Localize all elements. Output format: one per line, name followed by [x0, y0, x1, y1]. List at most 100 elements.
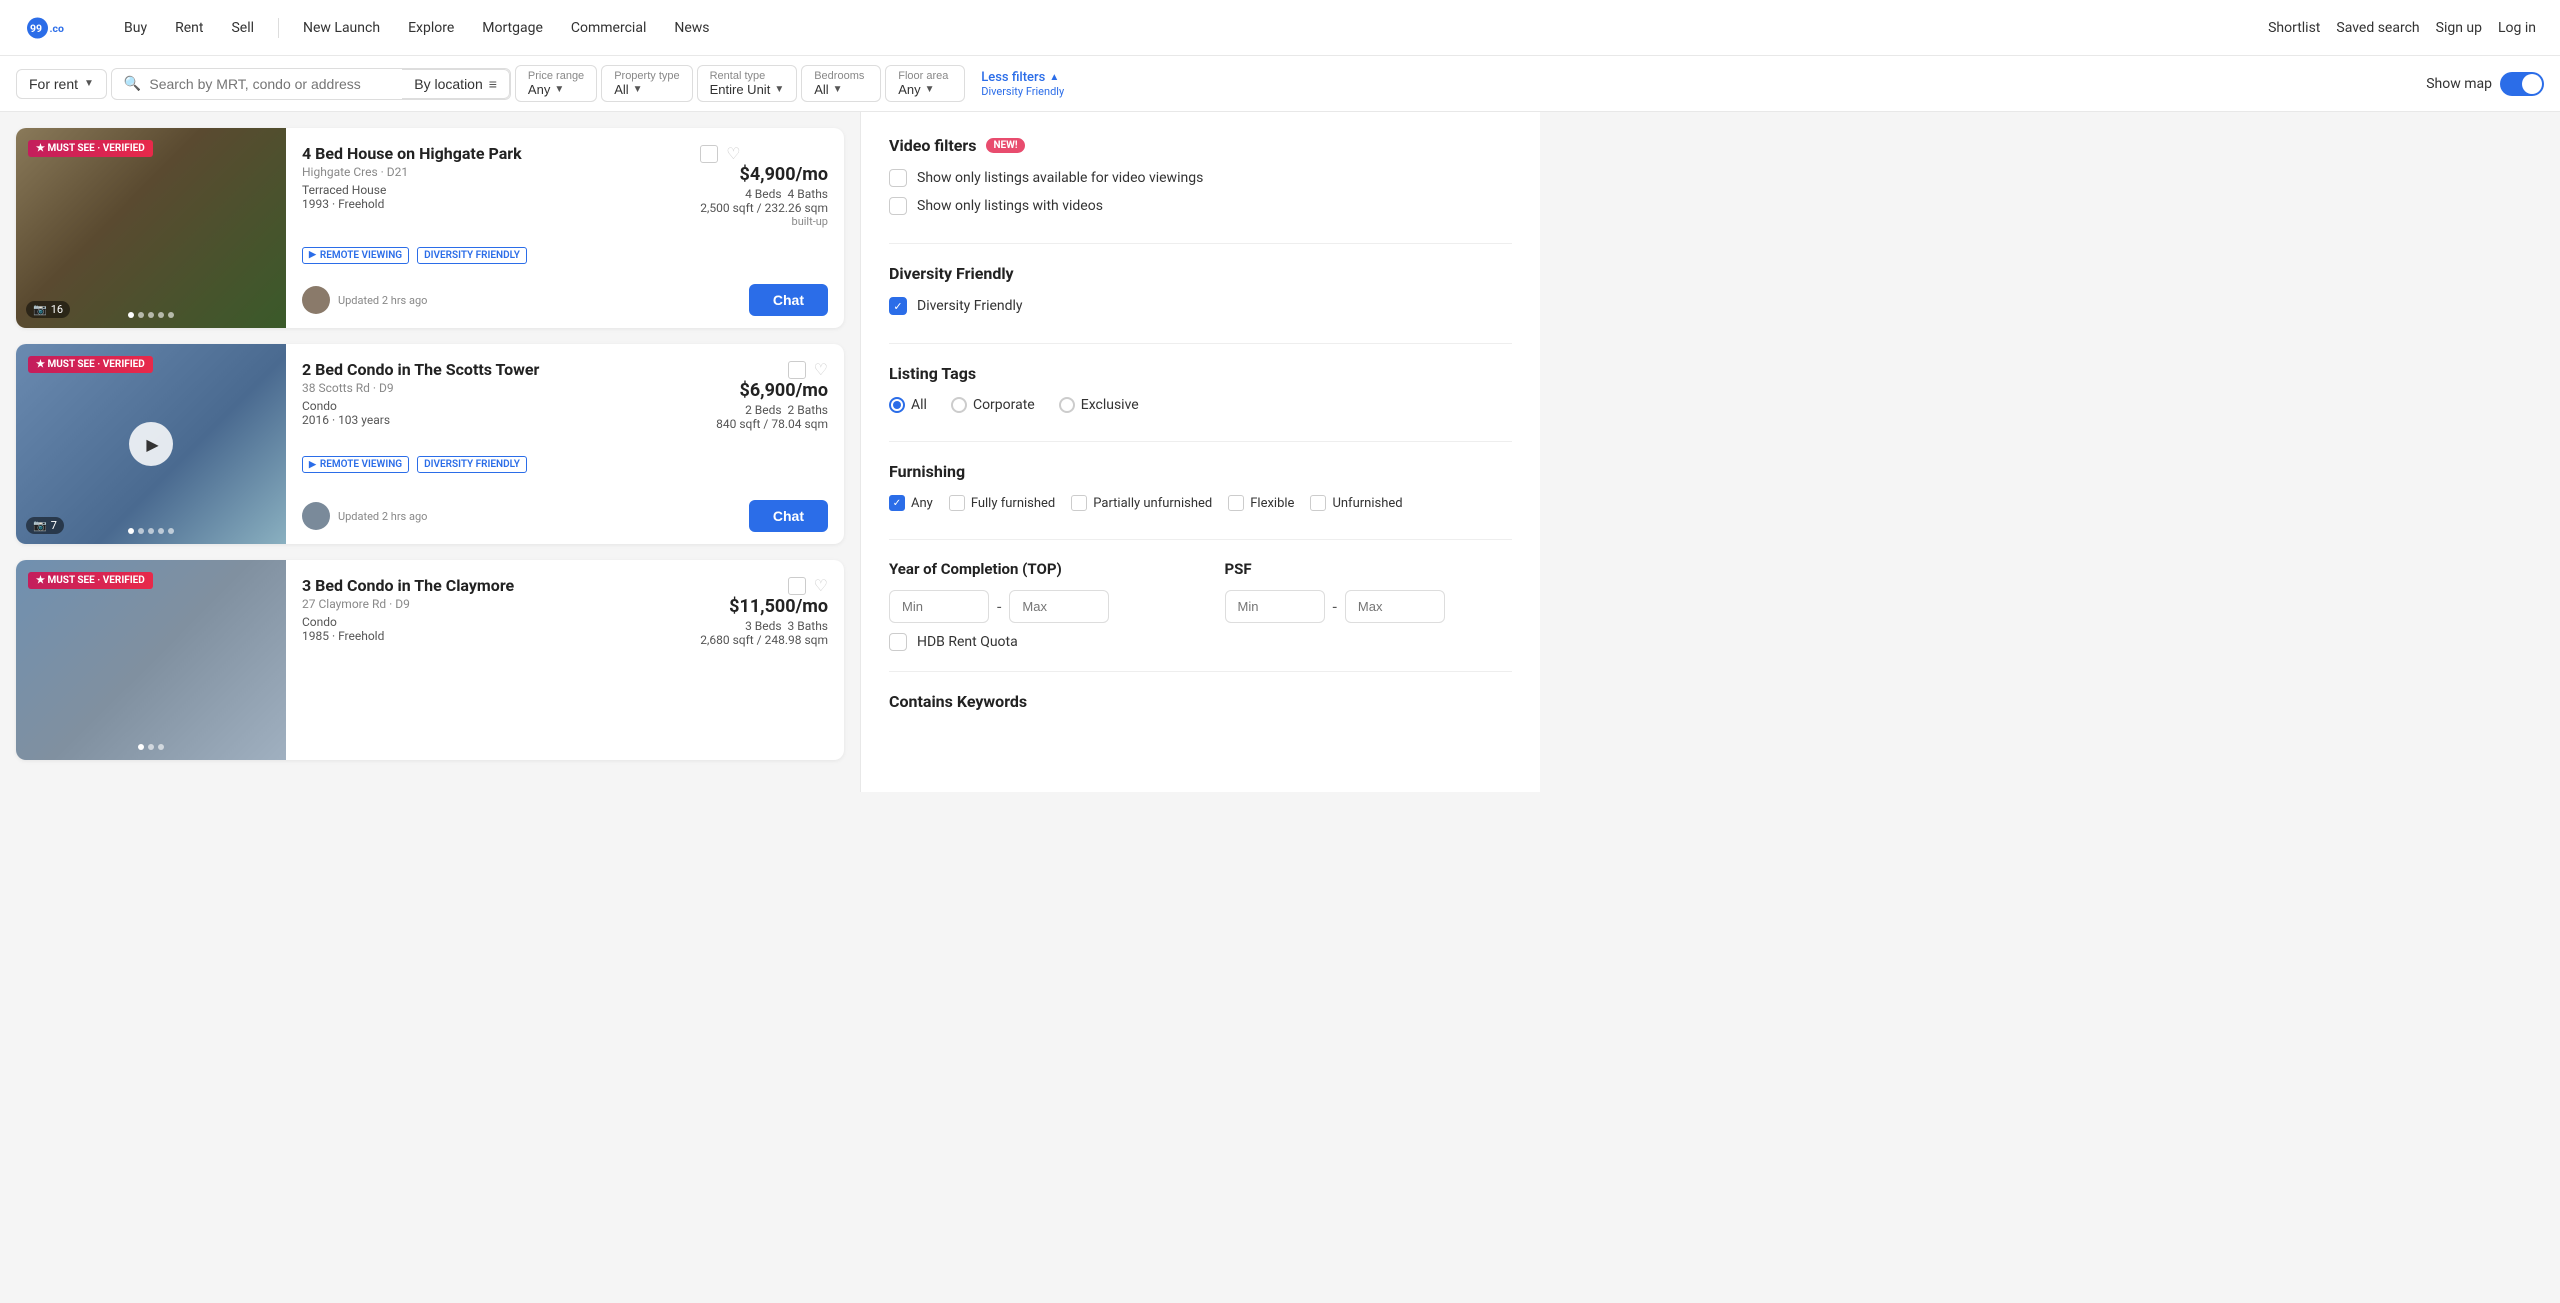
- listing-checkbox[interactable]: [700, 145, 718, 163]
- nav-explore[interactable]: Explore: [396, 12, 466, 44]
- radio-option-all[interactable]: All: [889, 397, 927, 413]
- listing-card: ★ MUST SEE · VERIFIED 3 Bed Condo in The…: [16, 560, 844, 760]
- furnish-option-flexible[interactable]: Flexible: [1228, 495, 1294, 511]
- by-location-button[interactable]: By location ≡: [402, 69, 510, 99]
- chat-button[interactable]: Chat: [749, 284, 828, 316]
- hdb-checkbox[interactable]: [889, 633, 907, 651]
- rental-type-value: Entire Unit ▼: [710, 82, 785, 97]
- furnish-option-partially[interactable]: Partially unfurnished: [1071, 495, 1212, 511]
- rental-type-filter[interactable]: Rental type Entire Unit ▼: [697, 65, 798, 102]
- listing-checkbox[interactable]: [788, 577, 806, 595]
- map-toggle[interactable]: [2500, 72, 2544, 96]
- listing-tags-radio-group: All Corporate Exclusive: [889, 397, 1512, 413]
- for-rent-button[interactable]: For rent ▼: [16, 69, 107, 99]
- navbar: 99 .co Buy Rent Sell New Launch Explore …: [0, 0, 2560, 56]
- price-range-filter[interactable]: Price range Any ▼: [515, 65, 597, 102]
- listing-image-wrap[interactable]: [16, 560, 286, 760]
- favorite-button[interactable]: ♡: [814, 360, 828, 380]
- listing-info: 3 Bed Condo in The Claymore 27 Claymore …: [286, 560, 844, 760]
- nav-sell[interactable]: Sell: [219, 12, 266, 44]
- login-link[interactable]: Log in: [2498, 20, 2536, 36]
- floor-area-filter[interactable]: Floor area Any ▼: [885, 65, 965, 102]
- less-filters-sub: Diversity Friendly: [981, 85, 1064, 98]
- psf-max-input[interactable]: [1345, 590, 1445, 623]
- listing-info: 2 Bed Condo in The Scotts Tower 38 Scott…: [286, 344, 844, 544]
- furnish-checkbox-flexible[interactable]: [1228, 495, 1244, 511]
- furnish-label-fully: Fully furnished: [971, 496, 1055, 511]
- bedrooms-filter[interactable]: Bedrooms All ▼: [801, 65, 881, 102]
- listing-beds-baths: 4 Beds 4 Baths: [700, 187, 828, 201]
- listing-address: 27 Claymore Rd · D9: [302, 597, 514, 611]
- furnish-checkbox-any[interactable]: [889, 495, 905, 511]
- nav-new-launch[interactable]: New Launch: [291, 12, 392, 44]
- listing-address: 38 Scotts Rd · D9: [302, 381, 539, 395]
- saved-search-link[interactable]: Saved search: [2336, 20, 2419, 36]
- search-input[interactable]: [149, 76, 390, 92]
- bedrooms-value: All ▼: [814, 82, 842, 97]
- filters-panel: Video filters NEW! Show only listings av…: [860, 112, 1540, 792]
- nav-buy[interactable]: Buy: [112, 12, 159, 44]
- listing-title-area: 2 Bed Condo in The Scotts Tower 38 Scott…: [302, 360, 539, 427]
- shortlist-link[interactable]: Shortlist: [2268, 20, 2320, 36]
- image-dots: [128, 528, 174, 534]
- listing-checkbox[interactable]: [788, 361, 806, 379]
- filter-divider: [889, 539, 1512, 540]
- nav-commercial[interactable]: Commercial: [559, 12, 658, 44]
- furnish-checkbox-unfurnished[interactable]: [1310, 495, 1326, 511]
- furnish-label-partially: Partially unfurnished: [1093, 496, 1212, 511]
- nav-divider: [278, 18, 279, 38]
- furnish-option-fully[interactable]: Fully furnished: [949, 495, 1055, 511]
- listing-tags-section: Listing Tags All Corporate Exclusive: [889, 364, 1512, 413]
- listing-price: $4,900/mo: [700, 164, 828, 185]
- listing-price-area: ♡ $6,900/mo 2 Beds 2 Baths 840 sqft / 78…: [716, 360, 828, 431]
- nav-news[interactable]: News: [662, 12, 721, 44]
- furnish-option-any[interactable]: Any: [889, 495, 933, 511]
- favorite-button[interactable]: ♡: [726, 144, 740, 164]
- for-rent-label: For rent: [29, 76, 78, 92]
- agent-avatar: [302, 286, 330, 314]
- property-type-value: All ▼: [614, 82, 642, 97]
- video-checkbox-2[interactable]: [889, 197, 907, 215]
- listing-card: ★ MUST SEE · VERIFIED 📷 16 4 Bed House o…: [16, 128, 844, 328]
- nav-rent[interactable]: Rent: [163, 12, 215, 44]
- furnish-checkbox-partially[interactable]: [1071, 495, 1087, 511]
- chat-button[interactable]: Chat: [749, 500, 828, 532]
- radio-option-exclusive[interactable]: Exclusive: [1059, 397, 1139, 413]
- video-checkbox-1[interactable]: [889, 169, 907, 187]
- remote-viewing-icon: ▶: [309, 250, 316, 260]
- listing-image: [16, 560, 286, 760]
- listing-bottom: Updated 2 hrs ago Chat: [302, 500, 828, 532]
- agent-avatar: [302, 502, 330, 530]
- signup-link[interactable]: Sign up: [2436, 20, 2482, 36]
- listing-tags: ▶ REMOTE VIEWING DIVERSITY FRIENDLY: [302, 247, 828, 264]
- property-type-filter[interactable]: Property type All ▼: [601, 65, 692, 102]
- rental-type-label: Rental type: [710, 70, 766, 82]
- listing-sqft: 2,680 sqft / 248.98 sqm: [700, 633, 828, 647]
- listing-badge: ★ MUST SEE · VERIFIED: [28, 140, 153, 157]
- listing-image-wrap[interactable]: 📷 16: [16, 128, 286, 328]
- show-map-button[interactable]: Show map: [2426, 72, 2544, 96]
- listing-title: 3 Bed Condo in The Claymore: [302, 576, 514, 595]
- less-filters-button[interactable]: Less filters ▲ Diversity Friendly: [969, 66, 1076, 102]
- nav-mortgage[interactable]: Mortgage: [470, 12, 555, 44]
- logo[interactable]: 99 .co: [24, 12, 84, 44]
- top-max-input[interactable]: [1009, 590, 1109, 623]
- chevron-down-icon: ▼: [633, 84, 643, 95]
- listing-image-wrap[interactable]: ▶ 📷 7: [16, 344, 286, 544]
- diversity-checkbox[interactable]: [889, 297, 907, 315]
- contains-keywords-title: Contains Keywords: [889, 692, 1512, 711]
- radio-option-corporate[interactable]: Corporate: [951, 397, 1035, 413]
- main-layout: ★ MUST SEE · VERIFIED 📷 16 4 Bed House o…: [0, 112, 2560, 792]
- furnish-option-unfurnished[interactable]: Unfurnished: [1310, 495, 1402, 511]
- listing-tags-title: Listing Tags: [889, 364, 1512, 383]
- furnish-checkbox-fully[interactable]: [949, 495, 965, 511]
- favorite-button[interactable]: ♡: [814, 576, 828, 596]
- listing-beds-baths: 2 Beds 2 Baths: [716, 403, 828, 417]
- top-psf-row: Year of Completion (TOP) - PSF -: [889, 560, 1512, 623]
- svg-text:99: 99: [30, 21, 42, 34]
- price-range-value: Any ▼: [528, 82, 564, 97]
- top-min-input[interactable]: [889, 590, 989, 623]
- psf-min-input[interactable]: [1225, 590, 1325, 623]
- play-button[interactable]: ▶: [129, 422, 173, 466]
- agent-row: Updated 2 hrs ago: [302, 286, 427, 314]
